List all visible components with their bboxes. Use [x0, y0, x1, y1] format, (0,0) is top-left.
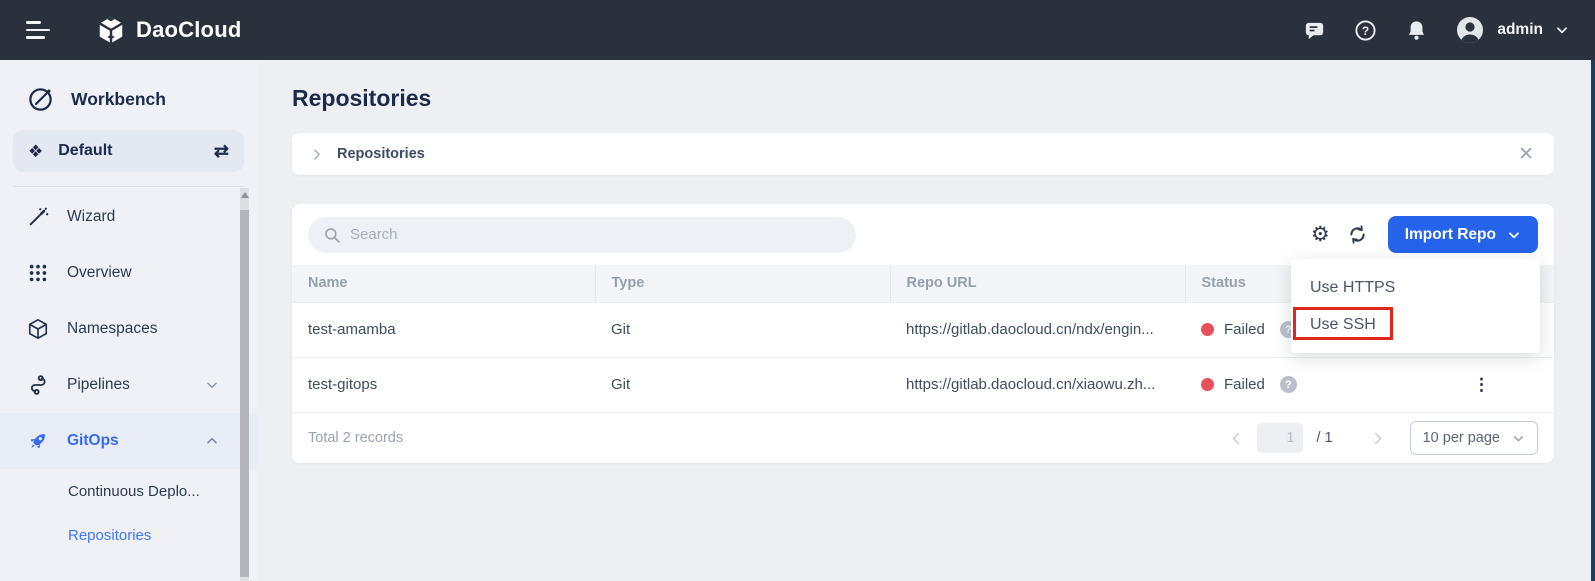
- column-header-type[interactable]: Type: [595, 265, 891, 302]
- sidebar-subitem-label: Continuous Deplo...: [68, 482, 200, 500]
- sidebar-divider: [13, 186, 244, 187]
- sidebar-item-label: Wizard: [67, 208, 116, 225]
- help-icon[interactable]: ?: [1353, 18, 1377, 42]
- refresh-icon[interactable]: [1347, 224, 1368, 245]
- chevron-down-icon: [205, 378, 219, 392]
- wand-icon: [27, 206, 49, 228]
- scrollbar-thumb[interactable]: [240, 210, 249, 577]
- page-count: / 1: [1316, 430, 1333, 446]
- per-page-value: 10 per page: [1422, 430, 1500, 446]
- close-icon[interactable]: ✕: [1518, 145, 1534, 164]
- bell-icon[interactable]: [1404, 18, 1428, 42]
- breadcrumb: Repositories ✕: [292, 133, 1554, 175]
- pipeline-icon: [27, 374, 49, 396]
- sidebar-scrollbar[interactable]: [240, 188, 249, 581]
- menu-icon[interactable]: [26, 20, 52, 40]
- chevron-up-icon: [205, 434, 219, 448]
- search-icon: [323, 226, 341, 244]
- search-input[interactable]: [350, 226, 841, 243]
- current-page-input[interactable]: 1: [1257, 423, 1304, 453]
- sidebar-module[interactable]: Workbench: [0, 60, 257, 113]
- brand-name: DaoCloud: [136, 17, 242, 42]
- row-actions-icon[interactable]: ⋮: [1473, 375, 1491, 394]
- search-box[interactable]: [308, 216, 856, 253]
- workspace-selector[interactable]: ❖ Default ⇄: [13, 130, 244, 172]
- repositories-panel: ⚙ Import Repo: [292, 204, 1554, 463]
- workbench-icon: [27, 86, 54, 113]
- repo-name[interactable]: test-gitops: [292, 356, 595, 412]
- table-footer: Total 2 records 1 / 1 10 per page: [292, 412, 1554, 463]
- settings-gear-icon[interactable]: ⚙: [1311, 224, 1330, 245]
- module-label: Workbench: [71, 89, 166, 109]
- sidebar: Workbench ❖ Default ⇄ Wizard Overview Na…: [0, 60, 257, 581]
- repo-url: https://gitlab.daocloud.cn/ndx/engin...: [890, 301, 1185, 357]
- username: admin: [1497, 21, 1543, 38]
- svg-text:?: ?: [1362, 23, 1369, 37]
- main-content: Repositories Repositories ✕ Search ⚙ Imp…: [257, 60, 1595, 581]
- per-page-select[interactable]: 10 per page: [1409, 421, 1538, 455]
- table-row[interactable]: test-gitops Git https://gitlab.daocloud.…: [292, 356, 1554, 412]
- status-badge: Failed ?: [1201, 376, 1410, 394]
- sidebar-item-gitops[interactable]: GitOps: [0, 413, 257, 469]
- sidebar-item-label: Namespaces: [67, 320, 158, 337]
- menu-item-use-https[interactable]: Use HTTPS: [1291, 269, 1540, 306]
- sidebar-nav: Wizard Overview Namespaces Pipelines Git…: [0, 189, 257, 557]
- scroll-up-arrow[interactable]: [240, 192, 249, 198]
- import-repo-button[interactable]: Import Repo: [1387, 216, 1538, 253]
- repo-type: Git: [595, 301, 890, 357]
- message-icon[interactable]: [1302, 18, 1326, 42]
- status-label: Failed: [1224, 376, 1265, 394]
- menu-item-use-ssh[interactable]: Use SSH: [1291, 306, 1540, 343]
- import-repo-label: Import Repo: [1404, 225, 1496, 243]
- sidebar-item-overview[interactable]: Overview: [0, 245, 257, 301]
- user-menu[interactable]: admin: [1455, 15, 1569, 45]
- repo-name[interactable]: test-amamba: [292, 301, 595, 357]
- total-records: Total 2 records: [308, 430, 404, 446]
- grid-dots-icon: [27, 262, 49, 284]
- daocloud-app: DaoCloud ? admin Workbench ❖ Default ⇄ W…: [0, 0, 1595, 581]
- switch-workspace-icon[interactable]: ⇄: [214, 142, 229, 160]
- toolbar: ⚙ Import Repo: [292, 204, 1554, 265]
- breadcrumb-item[interactable]: Repositories: [337, 146, 425, 162]
- status-help-icon[interactable]: ?: [1279, 376, 1297, 394]
- workspace-label: Default: [58, 142, 113, 159]
- sidebar-item-namespaces[interactable]: Namespaces: [0, 301, 257, 357]
- sidebar-item-wizard[interactable]: Wizard: [0, 189, 257, 245]
- sidebar-item-pipelines[interactable]: Pipelines: [0, 357, 257, 413]
- repo-type: Git: [595, 356, 890, 412]
- chevron-down-icon: [1512, 432, 1525, 445]
- import-repo-dropdown: Use HTTPS Use SSH: [1291, 259, 1540, 353]
- chevron-down-icon: [1555, 23, 1569, 37]
- status-label: Failed: [1224, 321, 1265, 338]
- pagination: 1 / 1 10 per page: [1229, 421, 1538, 455]
- brand-logo[interactable]: DaoCloud: [96, 15, 241, 45]
- sidebar-subitem-continuous-deployment[interactable]: Continuous Deplo...: [0, 469, 257, 513]
- chevron-down-icon: [1507, 228, 1521, 242]
- sidebar-item-label: Overview: [67, 264, 132, 281]
- column-header-repo-url[interactable]: Repo URL: [890, 265, 1186, 302]
- prev-page-icon[interactable]: [1229, 431, 1244, 446]
- rocket-icon: [27, 430, 49, 452]
- sidebar-item-label: Pipelines: [67, 376, 130, 393]
- status-dot-failed: [1201, 378, 1214, 392]
- sidebar-subitem-repositories[interactable]: Repositories: [0, 513, 257, 557]
- daocloud-cube-icon: [96, 15, 126, 45]
- chevron-right-icon[interactable]: [310, 148, 323, 161]
- column-header-name[interactable]: Name: [292, 265, 596, 302]
- repo-url: https://gitlab.daocloud.cn/xiaowu.zh...: [890, 356, 1185, 412]
- workspace-icon: ❖: [28, 141, 44, 161]
- cube-icon: [27, 318, 49, 340]
- topbar: DaoCloud ? admin: [0, 0, 1595, 60]
- avatar-icon: [1455, 15, 1485, 45]
- right-edge-strip: [1591, 60, 1595, 581]
- page-title: Repositories: [292, 85, 432, 111]
- next-page-icon[interactable]: [1370, 431, 1385, 446]
- sidebar-subitem-label: Repositories: [68, 526, 152, 544]
- status-dot-failed: [1201, 323, 1214, 336]
- sidebar-item-label: GitOps: [67, 432, 119, 449]
